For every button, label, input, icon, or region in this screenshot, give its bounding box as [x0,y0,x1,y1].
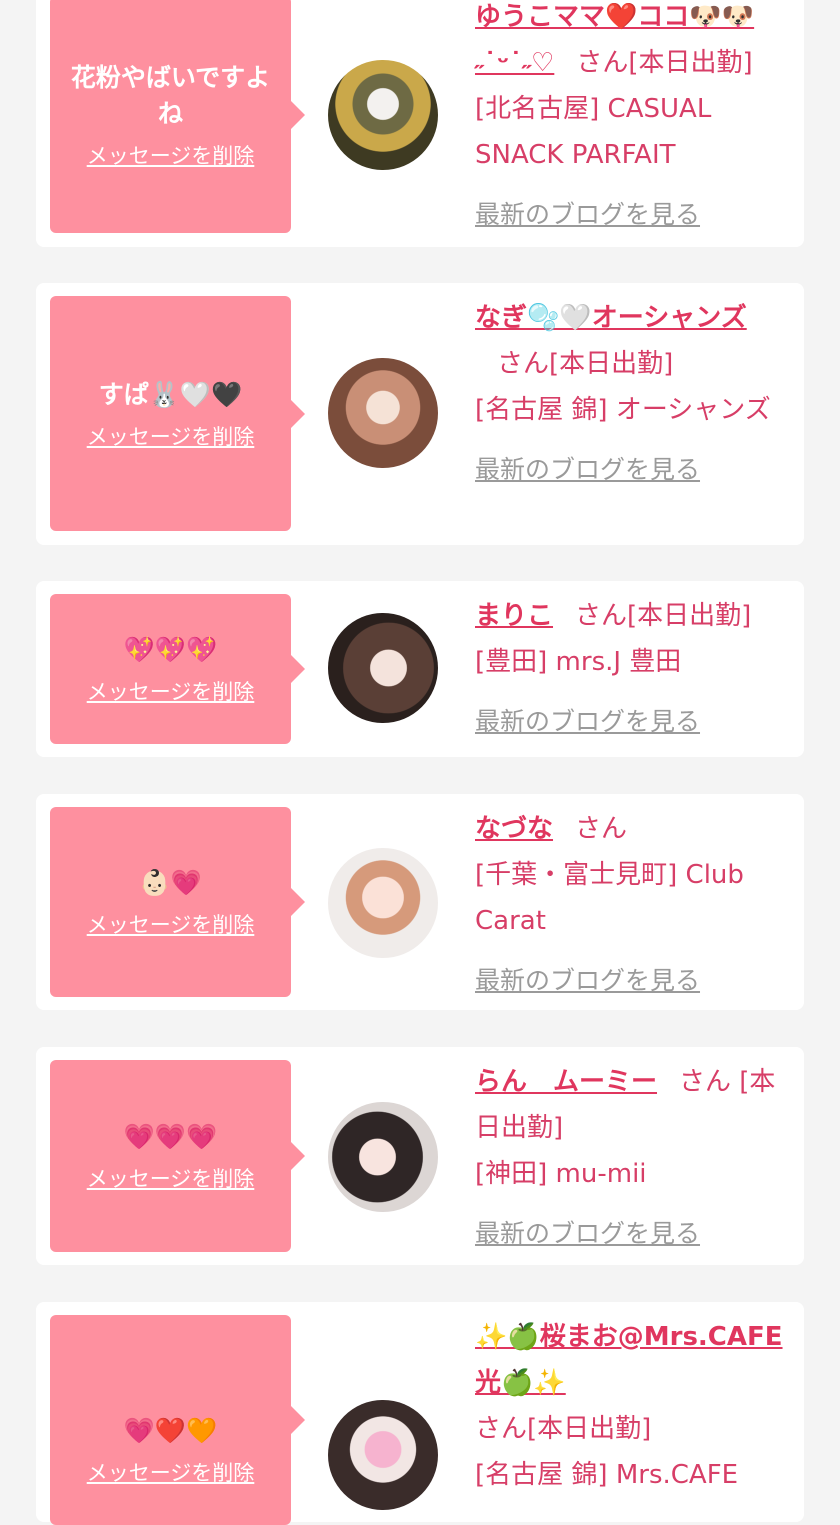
message-bubble: 💗💗💗 メッセージを削除 [50,1060,305,1252]
cast-status: さん[本日出勤] [475,1414,652,1444]
message-text: すぱ🐰🤍🖤 [98,379,243,409]
delete-message-link[interactable]: メッセージを削除 [87,1457,255,1487]
message-bubble: 花粉やばいですよね メッセージを削除 [50,0,305,233]
latest-blog-link[interactable]: 最新のブログを見る [475,958,700,1004]
avatar[interactable] [328,613,438,723]
cast-info: ゆうこママ❤️ココ🐶🐶˶˙ᵕ˙˶♡ さん[本日出勤] [北名古屋] CASUAL … [475,0,787,238]
avatar[interactable] [328,848,438,958]
cast-status: さん[本日出勤] [575,601,752,631]
message-card: 💗💗💗 メッセージを削除 らん ムーミー さん [本日出勤] [神田] mu-mi… [36,1047,804,1265]
cast-status: さん[本日出勤] [576,48,753,78]
store-name: [名古屋 錦] Mrs.CAFE [475,1460,739,1490]
message-text: 👶🏻💗 [139,868,202,897]
message-text: 💗❤️🧡 [123,1416,218,1445]
cast-name-link[interactable]: なづな [475,814,553,844]
store-name: [北名古屋] CASUAL SNACK PARFAIT [475,94,712,170]
message-card: 👶🏻💗 メッセージを削除 なづな さん [千葉・富士見町] Club Carat … [36,794,804,1010]
cast-name-link[interactable]: なぎ🫧🤍オーシャンズ [475,303,747,333]
cast-info: らん ムーミー さん [本日出勤] [神田] mu-mii 最新のブログを見る [475,1059,787,1257]
delete-message-link[interactable]: メッセージを削除 [87,909,255,939]
message-text: 💖💖💖 [123,635,218,664]
avatar[interactable] [328,1102,438,1212]
latest-blog-link[interactable]: 最新のブログを見る [475,1211,700,1257]
cast-status: さん [575,814,628,844]
cast-info: なぎ🫧🤍オーシャンズさん[本日出勤] [名古屋 錦] オーシャンズ 最新のブログ… [475,295,787,493]
message-card: 💖💖💖 メッセージを削除 まりこ さん[本日出勤] [豊田] mrs.J 豊田 最… [36,581,804,757]
latest-blog-link[interactable]: 最新のブログを見る [475,192,700,238]
cast-name-link[interactable]: らん ムーミー [475,1067,657,1097]
latest-blog-link[interactable]: 最新のブログを見る [475,447,700,493]
avatar[interactable] [328,60,438,170]
message-bubble: 💗❤️🧡 メッセージを削除 [50,1315,305,1525]
message-card: 花粉やばいですよね メッセージを削除 ゆうこママ❤️ココ🐶🐶˶˙ᵕ˙˶♡ さん[本… [36,0,804,247]
delete-message-link[interactable]: メッセージを削除 [87,1163,255,1193]
latest-blog-link[interactable]: 最新のブログを見る [475,699,700,745]
delete-message-link[interactable]: メッセージを削除 [87,140,255,170]
message-card: すぱ🐰🤍🖤 メッセージを削除 なぎ🫧🤍オーシャンズさん[本日出勤] [名古屋 錦… [36,283,804,545]
store-name: [神田] mu-mii [475,1159,647,1189]
cast-info: まりこ さん[本日出勤] [豊田] mrs.J 豊田 最新のブログを見る [475,593,787,745]
cast-info: ✨🍏桜まお@Mrs.CAFE光🍏✨ さん[本日出勤] [名古屋 錦] Mrs.C… [475,1314,787,1498]
delete-message-link[interactable]: メッセージを削除 [87,676,255,706]
delete-message-link[interactable]: メッセージを削除 [87,421,255,451]
message-card: 💗❤️🧡 メッセージを削除 ✨🍏桜まお@Mrs.CAFE光🍏✨ さん[本日出勤]… [36,1302,804,1525]
cast-name-link[interactable]: まりこ [475,601,553,631]
cast-info: なづな さん [千葉・富士見町] Club Carat 最新のブログを見る [475,806,787,1004]
store-name: [豊田] mrs.J 豊田 [475,647,682,677]
message-text: 💗💗💗 [123,1122,218,1151]
store-name: [千葉・富士見町] Club Carat [475,860,744,936]
avatar[interactable] [328,1400,438,1510]
avatar[interactable] [328,358,438,468]
message-text: 花粉やばいですよね [70,62,271,128]
message-bubble: 💖💖💖 メッセージを削除 [50,594,305,744]
message-bubble: すぱ🐰🤍🖤 メッセージを削除 [50,296,305,531]
cast-name-link[interactable]: ✨🍏桜まお@Mrs.CAFE光🍏✨ [475,1322,783,1398]
store-name: [名古屋 錦] オーシャンズ [475,395,771,425]
cast-status: さん[本日出勤] [497,349,674,379]
message-bubble: 👶🏻💗 メッセージを削除 [50,807,305,997]
